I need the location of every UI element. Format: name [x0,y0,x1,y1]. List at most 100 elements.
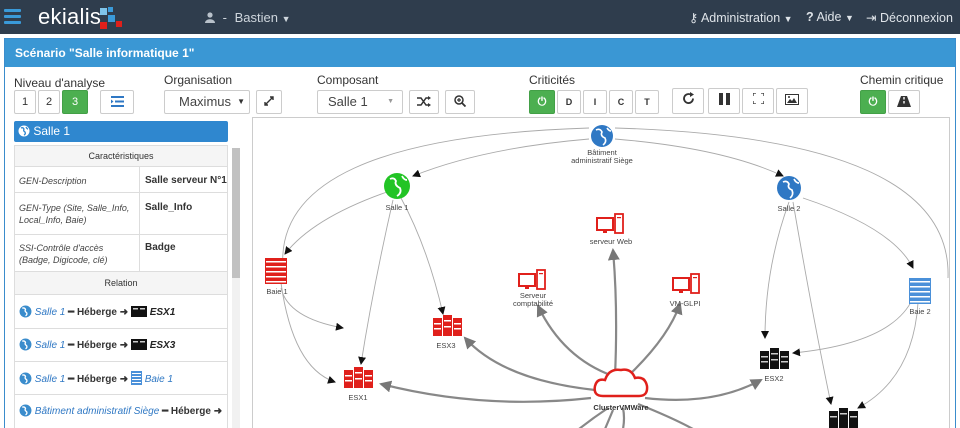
expand-button[interactable] [256,90,282,114]
niveau-label: Niveau d'analyse [14,76,106,90]
node-label: Baie 2 [909,307,930,316]
node-serveur-comptabilite[interactable]: Serveur comptabilité [513,269,553,308]
server-rack-icon [829,408,858,428]
relation-row[interactable]: Bâtiment administratif Siège ━ Héberge ➜ [14,394,228,428]
criticite-c-button[interactable]: C [609,90,633,114]
relation-target: ESX3 [149,340,176,351]
criticites-label: Criticités [529,73,576,87]
selected-component-name: Salle 1 [33,124,71,138]
criticite-t-button[interactable]: T [635,90,659,114]
characteristic-value: Salle_Info [145,202,193,213]
node-label: Salle 1 [386,203,409,212]
relation-row[interactable]: Salle 1 ━ Héberge ➜ ESX1 [14,295,228,329]
criticites-power-button[interactable]: ⏻ [529,90,555,114]
refresh-button[interactable] [672,88,704,114]
server-rack-icon [344,367,373,388]
nav-aide[interactable]: ? Aide ▼ [806,10,854,24]
user-separator: - [222,10,227,25]
globe-icon [18,125,30,137]
relation-row[interactable]: Salle 1 ━ Héberge ➜ ESX3 [14,328,228,362]
desktop-server-icon [518,269,546,290]
node-cluster-vmware[interactable]: ClusterVMWare [593,368,649,412]
list-view-button[interactable] [100,90,134,114]
caret-down-icon: ▼ [387,98,394,105]
key-icon: ⚷ [689,11,699,25]
globe-icon [19,305,32,318]
characteristic-value: Badge [145,242,176,253]
node-label: ESX3 [436,341,455,350]
scrollbar-thumb[interactable] [232,148,240,278]
graph-canvas[interactable]: Bâtiment administratif Siège Salle 1 Sal… [253,118,950,428]
relation-verb: Héberge [76,374,117,385]
caret-down-icon: ▼ [237,97,245,106]
dependency-graph[interactable]: Bâtiment administratif Siège Salle 1 Sal… [252,117,950,428]
relation-source[interactable]: Salle 1 [35,307,66,318]
caret-down-icon: ▼ [281,14,291,24]
shuffle-button[interactable] [409,90,439,114]
road-button[interactable] [888,90,920,114]
relation-source[interactable]: Salle 1 [35,340,66,351]
node-label: ESX2 [764,374,783,383]
relation-header: Relation [15,272,227,294]
fullscreen-button[interactable] [742,88,774,114]
zoom-in-button[interactable] [445,90,475,114]
list-indent-icon [110,96,124,107]
table-row: GEN-Type (Site, Salle_Info, Local_Info, … [15,193,227,235]
node-salle1[interactable]: Salle 1 [384,173,410,212]
relation-target[interactable]: Baie 1 [145,374,173,385]
node-vm-glpi[interactable]: VM-GLPI [670,273,701,308]
logout-icon: ⇥ [866,11,877,25]
relation-row[interactable]: Salle 1 ━ Héberge ➜ Baie 1 [14,361,228,395]
image-icon [785,94,799,105]
selected-component-header[interactable]: Salle 1 [14,121,228,142]
niveau-1-button[interactable]: 1 [14,90,36,114]
caret-down-icon: ▼ [844,13,854,23]
table-row: SSI-Contrôle d'accès (Badge, Digicode, c… [15,235,227,272]
chemin-power-button[interactable]: ⏻ [860,90,886,114]
node-label: ESX1 [348,393,367,402]
node-label: serveur Web [590,237,632,246]
nav-administration[interactable]: ⚷ Administration ▼ [689,10,793,25]
relation-source[interactable]: Bâtiment administratif Siège [35,406,160,417]
relation-verb: Héberge [170,406,211,417]
criticite-d-button[interactable]: D [557,90,581,114]
panel-title: Scénario "Salle informatique 1" [5,39,955,67]
composant-select[interactable]: Salle 1 ▼ [317,90,403,114]
pause-icon [718,93,730,105]
node-label: administratif Siège [571,156,633,165]
niveau-2-button[interactable]: 2 [38,90,60,114]
node-salle2[interactable]: Salle 2 [777,176,801,213]
nav-deconnexion[interactable]: ⇥ Déconnexion [866,10,953,25]
nav-administration-label: Administration [700,11,781,25]
brand-name[interactable]: ekialis [38,4,101,30]
node-esx2[interactable]: ESX2 [760,348,789,383]
question-icon: ? [806,10,814,24]
export-image-button[interactable] [776,88,808,114]
node-esx3[interactable]: ESX3 [433,315,462,350]
node-serveur-web[interactable]: serveur Web [590,213,632,246]
user-menu[interactable]: - Bastien ▼ [205,10,291,25]
server-icon [130,306,147,317]
characteristic-key: SSI-Contrôle d'accès (Badge, Digicode, c… [19,243,108,265]
fullscreen-icon [751,92,765,105]
node-baie2[interactable]: Baie 2 [909,278,931,316]
node-baie1[interactable]: Baie 1 [265,258,288,296]
niveau-3-button[interactable]: 3 [62,90,88,114]
organisation-select[interactable]: Maximus ▼ [164,90,250,114]
node-server-bottom[interactable] [829,408,858,428]
node-label: Salle 2 [778,204,801,213]
rack-icon [265,258,287,284]
relation-source[interactable]: Salle 1 [35,374,66,385]
node-batiment[interactable]: Bâtiment administratif Siège [571,125,633,165]
organisation-value: Maximus [179,94,232,109]
criticite-i-button[interactable]: I [583,90,607,114]
desktop-server-icon [672,273,700,294]
sidebar-scrollbar[interactable] [232,148,240,428]
cluster-edges [379,248,763,428]
node-esx1[interactable]: ESX1 [344,367,373,402]
pause-button[interactable] [708,88,740,114]
composant-value: Salle 1 [328,94,368,109]
server-rack-icon [760,348,789,369]
node-label: VM-GLPI [670,299,701,308]
menu-icon[interactable] [2,6,24,28]
